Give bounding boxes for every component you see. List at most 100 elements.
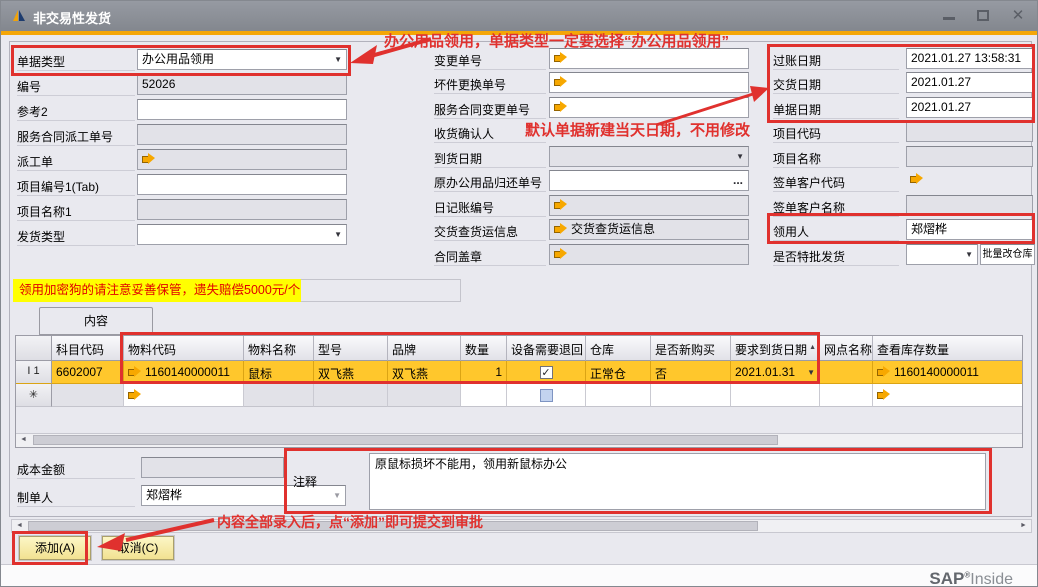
shipping-info-field: 交货查货运信息 bbox=[549, 219, 749, 240]
table-row[interactable]: I 1 6602007 1160140000011 鼠标 双飞燕 双飞燕 1 ✓… bbox=[16, 361, 1022, 384]
posting-date-field[interactable]: 2021.01.27 13:58:31 bbox=[906, 48, 1033, 69]
window-hscrollbar[interactable]: ◄ ► bbox=[11, 519, 1032, 533]
doc-type-combo[interactable]: 办公用品领用 ▼ bbox=[137, 49, 347, 70]
link-arrow-icon[interactable] bbox=[128, 389, 141, 400]
close-button[interactable]: ✕ bbox=[1008, 8, 1028, 24]
cell-account-code[interactable] bbox=[52, 384, 124, 407]
cell-new-purchase[interactable]: 否 bbox=[651, 361, 731, 384]
checkbox-unchecked[interactable] bbox=[540, 389, 553, 402]
link-arrow-icon[interactable] bbox=[877, 389, 890, 400]
col-brand[interactable]: 品牌 bbox=[388, 336, 461, 361]
dropdown-icon[interactable]: ▼ bbox=[333, 492, 341, 500]
cell-stock-qty[interactable]: 1160140000011 bbox=[873, 361, 1022, 384]
requisitioner-field[interactable]: 郑熠桦 bbox=[906, 219, 1033, 240]
cell-account-code[interactable]: 6602007 bbox=[52, 361, 124, 384]
link-arrow-icon[interactable] bbox=[877, 366, 890, 377]
row-header-cell[interactable]: ✳ bbox=[16, 384, 52, 407]
cell-new-purchase[interactable] bbox=[651, 384, 731, 407]
col-need-return[interactable]: 设备需要退回 bbox=[507, 336, 586, 361]
col-stock-qty[interactable]: 查看库存数量 bbox=[873, 336, 1022, 361]
shipping-info-link[interactable]: 交货查货运信息 bbox=[571, 222, 655, 236]
add-button[interactable]: 添加(A) bbox=[19, 536, 91, 560]
app-logo-icon bbox=[11, 9, 26, 23]
row-header-cell[interactable]: I 1 bbox=[16, 361, 52, 384]
grid-hscrollbar[interactable]: ◄ bbox=[16, 433, 1022, 447]
cancel-button[interactable]: 取消(C) bbox=[102, 536, 174, 560]
col-model[interactable]: 型号 bbox=[314, 336, 388, 361]
checkbox-checked[interactable]: ✓ bbox=[540, 366, 553, 379]
cell-brand[interactable] bbox=[388, 384, 461, 407]
col-new-purchase[interactable]: 是否新购买 bbox=[651, 336, 731, 361]
col-item-code[interactable]: 物料代码 bbox=[124, 336, 244, 361]
document-date-field[interactable]: 2021.01.27 bbox=[906, 97, 1033, 118]
warning-banner: 领用加密狗的请注意妥善保管，遗失赔偿5000元/个 bbox=[13, 279, 301, 302]
col-required-date[interactable]: 要求到货日期▲ bbox=[731, 336, 820, 361]
link-arrow-icon[interactable] bbox=[554, 52, 567, 63]
stock-qty-value: 1160140000011 bbox=[894, 365, 979, 379]
cell-item-code[interactable] bbox=[124, 384, 244, 407]
link-arrow-icon[interactable] bbox=[142, 153, 155, 164]
dropdown-icon[interactable]: ▼ bbox=[334, 56, 342, 64]
scroll-thumb[interactable] bbox=[33, 435, 778, 445]
col-quantity[interactable]: 数量 bbox=[461, 336, 507, 361]
label-delivery-type: 发货类型 bbox=[17, 228, 135, 246]
cell-branch-name[interactable] bbox=[820, 384, 873, 407]
cell-item-name[interactable] bbox=[244, 384, 314, 407]
annotation-dates-text: 默认单据新建当天日期，不用修改 bbox=[525, 119, 750, 140]
cell-model[interactable]: 双飞燕 bbox=[314, 361, 388, 384]
col-warehouse[interactable]: 仓库 bbox=[586, 336, 651, 361]
special-approval-combo[interactable]: ▼ bbox=[906, 244, 978, 265]
cell-stock-qty[interactable] bbox=[873, 384, 1022, 407]
cell-required-date[interactable] bbox=[731, 384, 820, 407]
project-name1-field bbox=[137, 199, 347, 220]
scroll-left-icon[interactable]: ◄ bbox=[12, 520, 27, 532]
link-arrow-icon[interactable] bbox=[554, 101, 567, 112]
maximize-button[interactable] bbox=[973, 8, 993, 24]
dropdown-icon[interactable]: ▼ bbox=[334, 231, 342, 239]
arrival-date-combo[interactable]: ▼ bbox=[549, 146, 749, 167]
cell-need-return[interactable]: ✓ bbox=[507, 361, 586, 384]
col-item-name[interactable]: 物料名称 bbox=[244, 336, 314, 361]
cell-brand[interactable]: 双飞燕 bbox=[388, 361, 461, 384]
batch-change-warehouse-button[interactable]: 批量改仓库 bbox=[980, 244, 1035, 265]
ref2-field[interactable] bbox=[137, 99, 347, 120]
link-arrow-icon[interactable] bbox=[554, 223, 567, 234]
cell-quantity[interactable] bbox=[461, 384, 507, 407]
dropdown-icon[interactable]: ▼ bbox=[965, 251, 973, 259]
link-arrow-icon[interactable] bbox=[128, 366, 141, 377]
dropdown-icon[interactable]: ▼ bbox=[736, 153, 744, 161]
link-arrow-icon[interactable] bbox=[554, 248, 567, 259]
cell-item-code[interactable]: 1160140000011 bbox=[124, 361, 244, 384]
contract-change-order-field[interactable] bbox=[549, 97, 749, 118]
ellipsis-icon[interactable]: ... bbox=[733, 171, 743, 190]
scroll-left-icon[interactable]: ◄ bbox=[16, 434, 31, 446]
tab-content[interactable]: 内容 bbox=[39, 307, 153, 335]
bad-part-order-field[interactable] bbox=[549, 72, 749, 93]
col-account-code[interactable]: 科目代码 bbox=[52, 336, 124, 361]
cell-branch-name[interactable] bbox=[820, 361, 873, 384]
cell-required-date[interactable]: 2021.01.31▼ bbox=[731, 361, 820, 384]
col-branch-name[interactable]: 网点名称 bbox=[820, 336, 873, 361]
scroll-right-icon[interactable]: ► bbox=[1016, 520, 1031, 532]
link-arrow-icon[interactable] bbox=[554, 199, 567, 210]
label-cost-amount: 成本金额 bbox=[17, 461, 135, 479]
delivery-date-field[interactable]: 2021.01.27 bbox=[906, 72, 1033, 93]
cell-model[interactable] bbox=[314, 384, 388, 407]
delivery-type-combo[interactable]: ▼ bbox=[137, 224, 347, 245]
change-order-field[interactable] bbox=[549, 48, 749, 69]
link-arrow-icon[interactable] bbox=[910, 173, 923, 184]
minimize-button[interactable] bbox=[939, 8, 959, 24]
project-no1-field[interactable] bbox=[137, 174, 347, 195]
warning-side-box bbox=[301, 279, 461, 302]
return-order-field[interactable]: ... bbox=[549, 170, 749, 191]
link-arrow-icon[interactable] bbox=[554, 76, 567, 87]
dropdown-icon[interactable]: ▼ bbox=[807, 369, 815, 377]
cell-need-return[interactable] bbox=[507, 384, 586, 407]
note-textarea[interactable]: 原鼠标损坏不能用，领用新鼠标办公 bbox=[369, 453, 986, 510]
table-new-row[interactable]: ✳ bbox=[16, 384, 1022, 407]
cell-quantity[interactable]: 1 bbox=[461, 361, 507, 384]
app-window: 非交易性发货 ✕ 单据类型 办公用品领用 ▼ 编号 52026 参考2 服务合同… bbox=[0, 0, 1038, 587]
cell-warehouse[interactable]: 正常仓 bbox=[586, 361, 651, 384]
cell-item-name[interactable]: 鼠标 bbox=[244, 361, 314, 384]
cell-warehouse[interactable] bbox=[586, 384, 651, 407]
